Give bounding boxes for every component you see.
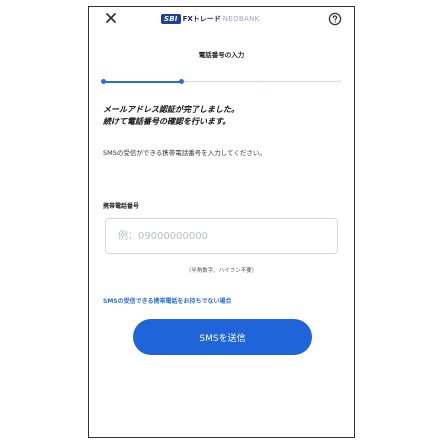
phone-field-label: 携帯電話番号	[103, 203, 140, 210]
completion-message-line1: メールアドレス認証が完了しました。	[103, 105, 239, 114]
page-title: 電話番号の入力	[198, 51, 245, 59]
step-dot	[337, 80, 341, 83]
help-circle-icon[interactable]	[328, 11, 342, 26]
progress-stepper	[100, 79, 341, 85]
close-icon[interactable]	[103, 10, 119, 26]
step-dot	[258, 80, 262, 83]
send-sms-button[interactable]: SMSを送信	[133, 319, 312, 355]
brand-logo: SBI FXトレード NEOBANK	[161, 12, 259, 26]
brand-name: FXトレード	[182, 15, 221, 23]
no-sms-phone-link[interactable]: SMSの受信できる携帯電話をお持ちでない場合	[103, 296, 232, 305]
step-dot	[100, 79, 106, 84]
app-screen: SBI FXトレード NEOBANK 電話番号の入力 メールアドレス認証が完了し…	[88, 6, 355, 438]
brand-logo-mark: SBI	[161, 14, 181, 24]
phone-input-hint: （半角数字、ハイフン不要）	[185, 268, 258, 274]
instruction-text: SMSの受信ができる携帯電話番号を入力してください。	[103, 149, 266, 157]
top-bar: SBI FXトレード NEOBANK	[89, 7, 354, 31]
phone-number-input[interactable]	[105, 218, 338, 254]
completion-message: メールアドレス認証が完了しました。 続けて電話番号の確認を行います。	[103, 104, 339, 128]
completion-message-line2: 続けて電話番号の確認を行います。	[103, 117, 231, 126]
step-dot	[179, 79, 185, 84]
brand-sub: NEOBANK	[222, 15, 260, 23]
stepper-fill	[103, 80, 182, 83]
